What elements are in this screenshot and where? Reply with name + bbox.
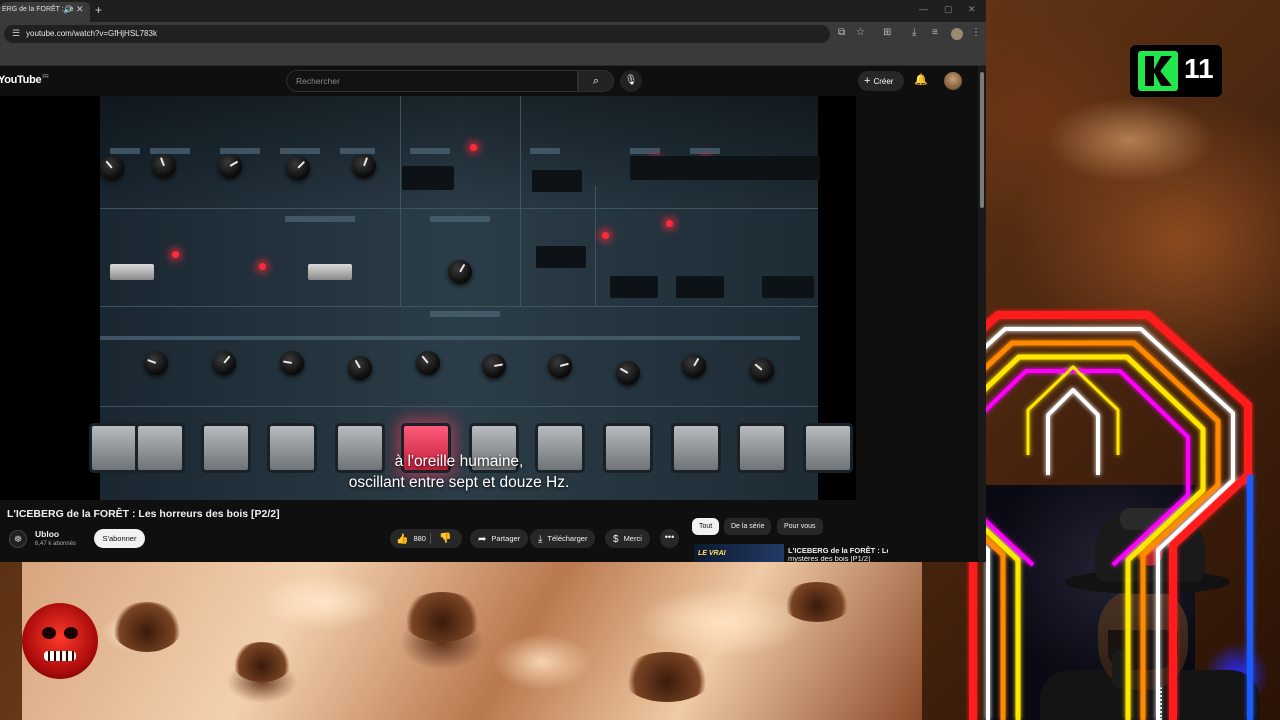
create-button[interactable]: + Créer — [858, 71, 904, 91]
account-avatar[interactable] — [944, 72, 962, 90]
site-info-icon[interactable]: ☰ — [12, 28, 20, 39]
search-placeholder: Rechercher — [296, 76, 340, 86]
chip-all[interactable]: Tout — [692, 518, 720, 535]
omnibox[interactable]: ☰ youtube.com/watch?v=GfHjHSL783k — [4, 25, 830, 43]
close-tab-icon[interactable]: ✕ — [76, 4, 84, 15]
extensions-icon[interactable]: ⊞ — [883, 27, 891, 38]
browser-tab[interactable]: ERG de la FORÊT : Le 🔊 ✕ — [0, 2, 90, 22]
chip-series[interactable]: De la série — [724, 518, 772, 535]
search-input[interactable]: Rechercher — [286, 70, 578, 92]
channel-avatar[interactable]: ☸ — [9, 530, 27, 548]
media-control-icon[interactable]: ≡ — [932, 27, 938, 38]
k-logo-icon — [1138, 51, 1178, 91]
notifications-bell-icon[interactable]: 🔔 — [914, 73, 928, 86]
search-icon: ⌕ — [592, 75, 600, 87]
organic-background-art — [22, 562, 922, 720]
dislike-button[interactable]: 👎 — [439, 529, 451, 548]
tab-bar: ERG de la FORÊT : Le 🔊 ✕ + — ▢ ✕ — [0, 0, 986, 22]
red-skull-logo — [22, 603, 98, 679]
video-subtitles: à l'oreille humaine, oscillant entre sep… — [200, 451, 718, 493]
minimize-icon[interactable]: — — [919, 4, 928, 14]
like-dislike-group: 👍 880 👎 — [390, 529, 462, 548]
recommended-video-title[interactable]: L'ICEBERG de la FORÊT : Les — [788, 546, 888, 556]
thumbs-down-icon: 👎 — [439, 533, 452, 544]
install-app-icon[interactable]: ⧉ — [838, 27, 845, 38]
like-button[interactable]: 👍 880 — [396, 529, 426, 549]
recommended-video-title-cont[interactable]: mystères des bois [P1/2] — [788, 556, 888, 562]
browser-window: ERG de la FORÊT : Le 🔊 ✕ + — ▢ ✕ ☰ youtu… — [0, 0, 986, 562]
thanks-button[interactable]: $ Merci — [605, 529, 650, 548]
video-title: L'ICEBERG de la FORÊT : Les horreurs des… — [7, 508, 280, 520]
thumbs-up-icon: 👍 — [396, 534, 409, 545]
share-button[interactable]: ➦ Partager — [470, 529, 529, 548]
download-icon: ⤓ — [538, 534, 543, 545]
subscribe-button[interactable]: S'abonner — [94, 529, 145, 548]
speaker-icon[interactable]: 🔊 — [63, 5, 73, 14]
plus-icon: + — [864, 75, 871, 87]
chip-for-you[interactable]: Pour vous — [777, 518, 823, 535]
maximize-icon[interactable]: ▢ — [944, 4, 953, 15]
thanks-icon: $ — [613, 534, 619, 545]
youtube-logo[interactable]: YouTubeFR — [0, 74, 49, 86]
address-bar: ☰ youtube.com/watch?v=GfHjHSL783k ⧉ ☆ ⊞ … — [0, 22, 986, 46]
synthesizer-video-frame — [92, 96, 850, 500]
subtitle-line-1: à l'oreille humaine, — [394, 453, 524, 470]
more-dots-icon: ••• — [664, 532, 675, 542]
new-tab-icon[interactable]: + — [95, 3, 102, 17]
window-close-icon[interactable]: ✕ — [968, 4, 976, 15]
scrollbar-thumb[interactable] — [980, 72, 984, 208]
menu-dots-icon[interactable]: ⋮ — [971, 27, 981, 38]
voice-search-button[interactable]: 🎙 — [620, 70, 642, 92]
url-text[interactable]: youtube.com/watch?v=GfHjHSL783k — [26, 29, 157, 38]
channel-name[interactable]: Ubloo — [35, 529, 59, 539]
search-button[interactable]: ⌕ — [578, 70, 614, 92]
youtube-header: YouTubeFR Rechercher ⌕ 🎙 + Créer 🔔 — [0, 66, 986, 96]
recommended-video-thumbnail[interactable]: LE VRAI — [694, 544, 784, 562]
microphone-icon: 🎙 — [624, 75, 638, 86]
subtitle-line-2: oscillant entre sept et douze Hz. — [348, 474, 570, 491]
more-actions-button[interactable]: ••• — [660, 529, 679, 548]
video-player[interactable]: à l'oreille humaine, oscillant entre sep… — [0, 96, 856, 500]
channel-badge: 11 — [1130, 45, 1222, 97]
stream-overlay: 11 ERG de la FORÊT : Le 🔊 ✕ + — ▢ ✕ ☰ yo… — [0, 0, 1280, 720]
profile-avatar[interactable] — [951, 28, 963, 40]
subscriber-count: 6,47 k abonnés — [35, 541, 77, 547]
download-button[interactable]: ⤓ Télécharger — [530, 529, 596, 548]
share-icon: ➦ — [478, 534, 487, 545]
downloads-icon[interactable]: ⤓ — [912, 27, 916, 38]
bookmark-star-icon[interactable]: ☆ — [856, 27, 865, 38]
badge-number: 11 — [1184, 53, 1214, 84]
bookmarks-bar — [0, 46, 986, 66]
